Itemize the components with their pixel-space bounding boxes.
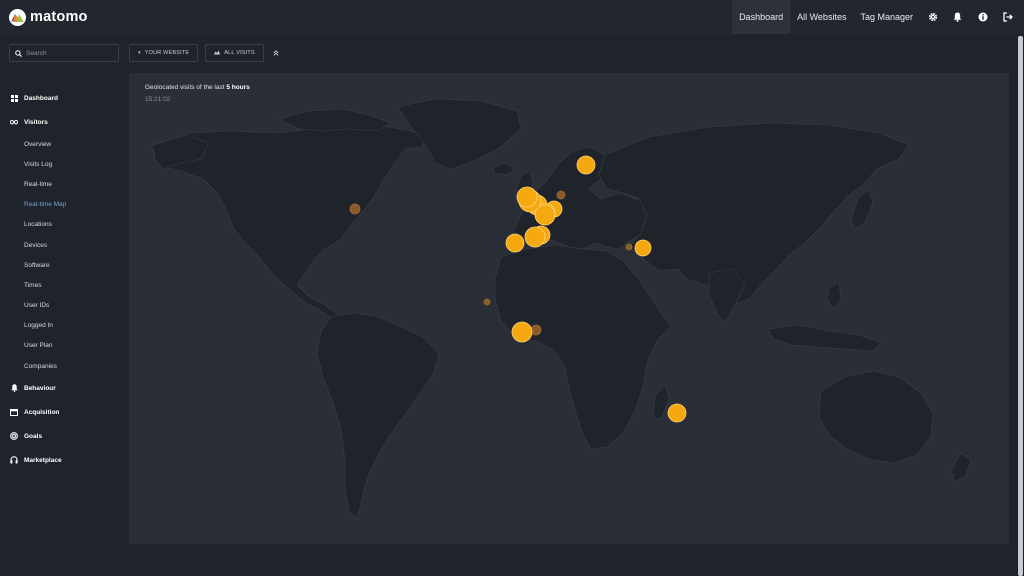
submenu-user-ids[interactable]: User IDs	[0, 296, 129, 316]
bell-icon[interactable]	[945, 0, 970, 34]
indonesia-shape	[768, 324, 882, 352]
visit-marker[interactable]	[511, 321, 533, 343]
submenu-real-time-map[interactable]: Real-time Map	[0, 195, 129, 215]
search-box[interactable]	[9, 44, 119, 62]
visit-marker[interactable]	[556, 190, 566, 200]
menu-goals[interactable]: Goals	[0, 424, 129, 448]
new-zealand-shape	[950, 452, 972, 482]
continents	[150, 98, 972, 520]
topnav-dashboard[interactable]: Dashboard	[732, 0, 791, 34]
top-bar: matomo Dashboard All Websites Tag Manage…	[0, 0, 1024, 34]
submenu-real-time[interactable]: Real-time	[0, 174, 129, 194]
matomo-logo[interactable]: matomo	[9, 8, 88, 26]
sidebar: Dashboard Visitors Overview Visits Log R…	[0, 34, 129, 576]
website-selector[interactable]: ▾ YOUR WEBSITE	[129, 44, 199, 62]
submenu-user-plan[interactable]: User Plan	[0, 336, 129, 356]
map-time: 15:21:02	[145, 96, 171, 103]
menu-goals-label: Goals	[24, 432, 43, 440]
segment-icon	[214, 50, 221, 57]
visit-marker[interactable]	[534, 204, 556, 226]
menu-marketplace-label: Marketplace	[24, 456, 62, 464]
filter-bar: ▾ YOUR WEBSITE ALL VISITS	[129, 44, 281, 62]
bell-icon	[10, 384, 18, 393]
visit-marker[interactable]	[530, 324, 542, 336]
segment-selector-label: ALL VISITS	[224, 50, 255, 56]
topnav-tag-manager[interactable]: Tag Manager	[853, 0, 920, 34]
menu-marketplace[interactable]: Marketplace	[0, 448, 129, 472]
top-nav: Dashboard All Websites Tag Manager	[732, 0, 1024, 34]
submenu-devices[interactable]: Devices	[0, 235, 129, 255]
matomo-logo-icon	[9, 8, 26, 26]
map-title: Geolocated visits of the last 5 hours	[145, 84, 250, 91]
philippines-shape	[826, 282, 842, 310]
window-icon	[10, 408, 18, 416]
menu-behaviour-label: Behaviour	[24, 384, 56, 392]
page-scrollbar[interactable]	[1017, 34, 1024, 576]
scrollbar-thumb[interactable]	[1018, 36, 1023, 576]
visit-marker[interactable]	[576, 155, 596, 175]
target-icon	[10, 432, 18, 441]
visit-marker[interactable]	[634, 239, 652, 257]
map-title-period: 5 hours	[226, 84, 250, 91]
map-title-prefix: Geolocated visits of the last	[145, 84, 225, 91]
menu-acquisition[interactable]: Acquisition	[0, 400, 129, 424]
submenu-visits-log[interactable]: Visits Log	[0, 154, 129, 174]
gear-icon[interactable]	[920, 0, 945, 34]
world-map[interactable]	[129, 73, 1009, 544]
submenu-locations[interactable]: Locations	[0, 215, 129, 235]
australia-shape	[818, 370, 934, 464]
submenu-overview[interactable]: Overview	[0, 134, 129, 154]
menu-dashboard[interactable]: Dashboard	[0, 86, 129, 110]
submenu-times[interactable]: Times	[0, 275, 129, 295]
visit-marker[interactable]	[667, 403, 687, 423]
iceland-shape	[492, 162, 516, 176]
logout-icon[interactable]	[995, 0, 1020, 34]
south-america-shape	[316, 312, 440, 520]
visit-marker[interactable]	[349, 203, 361, 215]
madagascar-shape	[652, 384, 670, 420]
collapse-icon[interactable]	[271, 44, 281, 62]
headset-icon	[10, 456, 18, 464]
visit-marker[interactable]	[625, 243, 633, 251]
visit-marker[interactable]	[483, 298, 491, 306]
search-icon	[15, 44, 22, 62]
submenu-software[interactable]: Software	[0, 255, 129, 275]
glasses-icon	[10, 118, 18, 126]
realtime-map-card: Geolocated visits of the last 5 hours 15…	[129, 73, 1009, 544]
africa-shape	[494, 244, 672, 450]
menu-acquisition-label: Acquisition	[24, 408, 60, 416]
visit-marker[interactable]	[524, 226, 546, 248]
visit-marker[interactable]	[505, 233, 525, 253]
menu-behaviour[interactable]: Behaviour	[0, 376, 129, 400]
logo-text: matomo	[30, 9, 88, 25]
menu-dashboard-label: Dashboard	[24, 94, 58, 102]
search-input[interactable]	[26, 49, 116, 57]
menu-visitors[interactable]: Visitors	[0, 110, 129, 134]
submenu-logged-in[interactable]: Logged In	[0, 316, 129, 336]
caret-down-icon: ▾	[138, 50, 141, 56]
submenu-companies[interactable]: Companies	[0, 356, 129, 376]
japan-shape	[850, 188, 874, 230]
menu-visitors-label: Visitors	[24, 118, 48, 126]
visit-marker[interactable]	[516, 186, 538, 208]
topnav-all-websites[interactable]: All Websites	[790, 0, 853, 34]
grid-icon	[10, 94, 18, 102]
website-selector-label: YOUR WEBSITE	[144, 50, 190, 56]
main-menu: Dashboard Visitors Overview Visits Log R…	[0, 86, 129, 472]
info-icon[interactable]	[970, 0, 995, 34]
segment-selector[interactable]: ALL VISITS	[205, 44, 264, 62]
arctic-islands-shape	[278, 108, 392, 132]
